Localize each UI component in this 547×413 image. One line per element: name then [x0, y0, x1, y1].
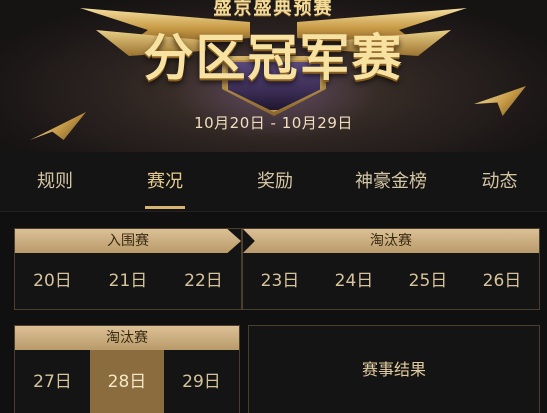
banner-subtitle: 盛京盛典预赛: [213, 0, 334, 19]
day-button[interactable]: 24日: [317, 253, 391, 310]
knockout-stage-panel: 淘汰赛 23日 24日 25日 26日: [242, 228, 540, 310]
group-stage-panel: 入围赛 20日 21日 22日: [14, 228, 242, 310]
tab-label: 神豪金榜: [355, 171, 427, 192]
active-tab-indicator: [145, 206, 185, 209]
tab-bar: 规则 赛况 奖励 神豪金榜 动态: [0, 152, 547, 212]
day-button[interactable]: 29日: [164, 350, 239, 413]
tab-news[interactable]: 动态: [452, 152, 547, 212]
tab-match-status[interactable]: 赛况: [110, 152, 220, 212]
stage-header: 淘汰赛: [15, 326, 239, 350]
tab-label: 动态: [481, 171, 518, 192]
tab-label: 赛况: [147, 171, 183, 192]
schedule-section: 入围赛 20日 21日 22日 淘汰赛 23日 24日 25日 26日 淘汰赛 …: [0, 213, 547, 413]
day-button[interactable]: 21日: [90, 253, 166, 310]
tab-leaderboard[interactable]: 神豪金榜: [330, 152, 452, 212]
day-button[interactable]: 23日: [243, 253, 317, 310]
tab-label: 奖励: [257, 171, 293, 192]
day-button[interactable]: 26日: [465, 253, 539, 310]
stage-header: 入围赛: [15, 229, 241, 253]
day-button[interactable]: 25日: [391, 253, 465, 310]
results-panel[interactable]: 赛事结果: [248, 325, 540, 413]
day-button[interactable]: 27日: [15, 350, 90, 413]
day-button[interactable]: 20日: [15, 253, 90, 310]
results-button-label: 赛事结果: [361, 360, 426, 379]
banner-title: 分区冠军赛: [143, 29, 404, 87]
event-banner: 盛京盛典预赛 分区冠军赛 10月20日 - 10月29日: [0, 0, 547, 152]
day-button-selected[interactable]: 28日: [90, 350, 164, 413]
knockout-stage-panel-2: 淘汰赛 27日 28日 29日: [14, 325, 240, 413]
stage-header: 淘汰赛: [243, 229, 539, 253]
tab-rewards[interactable]: 奖励: [220, 152, 330, 212]
tab-label: 规则: [37, 171, 73, 192]
day-button[interactable]: 22日: [166, 253, 241, 310]
tab-rules[interactable]: 规则: [0, 152, 110, 212]
event-date-range: 10月20日 - 10月29日: [194, 114, 353, 132]
